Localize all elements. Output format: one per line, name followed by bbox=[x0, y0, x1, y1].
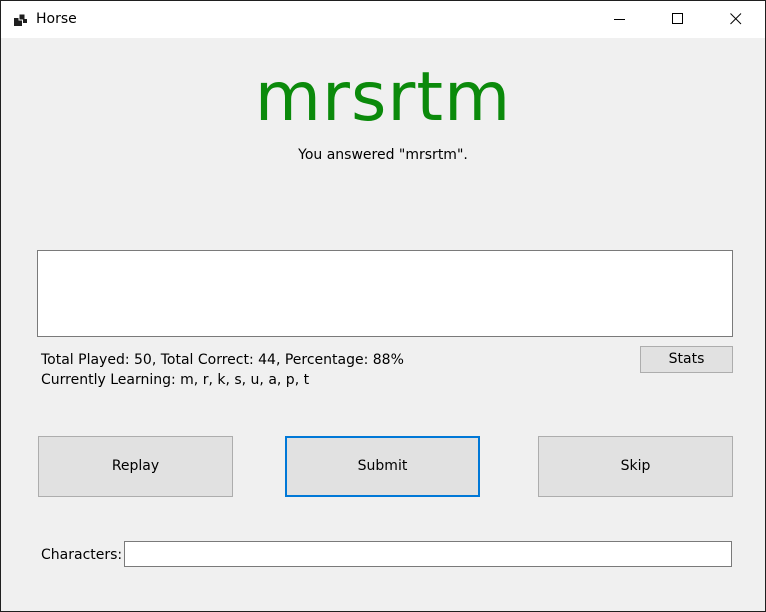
learning-characters: Currently Learning: m, r, k, s, u, a, p,… bbox=[41, 372, 310, 388]
app-windows-icon bbox=[13, 12, 29, 28]
close-icon bbox=[730, 13, 742, 25]
submit-button[interactable]: Submit bbox=[285, 436, 480, 497]
app-window: Horse mrsrtm You answered "mrsrtm". Tota… bbox=[0, 0, 766, 612]
title-bar[interactable]: Horse bbox=[1, 1, 765, 38]
output-textbox[interactable] bbox=[37, 250, 733, 337]
answer-word: mrsrtm bbox=[254, 58, 512, 137]
stats-summary: Total Played: 50, Total Correct: 44, Per… bbox=[41, 352, 404, 368]
stats-button[interactable]: Stats bbox=[640, 346, 733, 373]
minimize-button[interactable] bbox=[591, 1, 649, 38]
skip-button[interactable]: Skip bbox=[538, 436, 733, 497]
window-title: Horse bbox=[36, 11, 77, 27]
maximize-icon bbox=[672, 13, 683, 24]
answer-feedback: You answered "mrsrtm". bbox=[298, 147, 468, 163]
replay-button[interactable]: Replay bbox=[38, 436, 233, 497]
characters-input[interactable] bbox=[124, 541, 732, 567]
minimize-icon bbox=[614, 19, 625, 20]
characters-label: Characters: bbox=[41, 547, 123, 563]
maximize-button[interactable] bbox=[649, 1, 707, 38]
close-button[interactable] bbox=[707, 1, 765, 38]
